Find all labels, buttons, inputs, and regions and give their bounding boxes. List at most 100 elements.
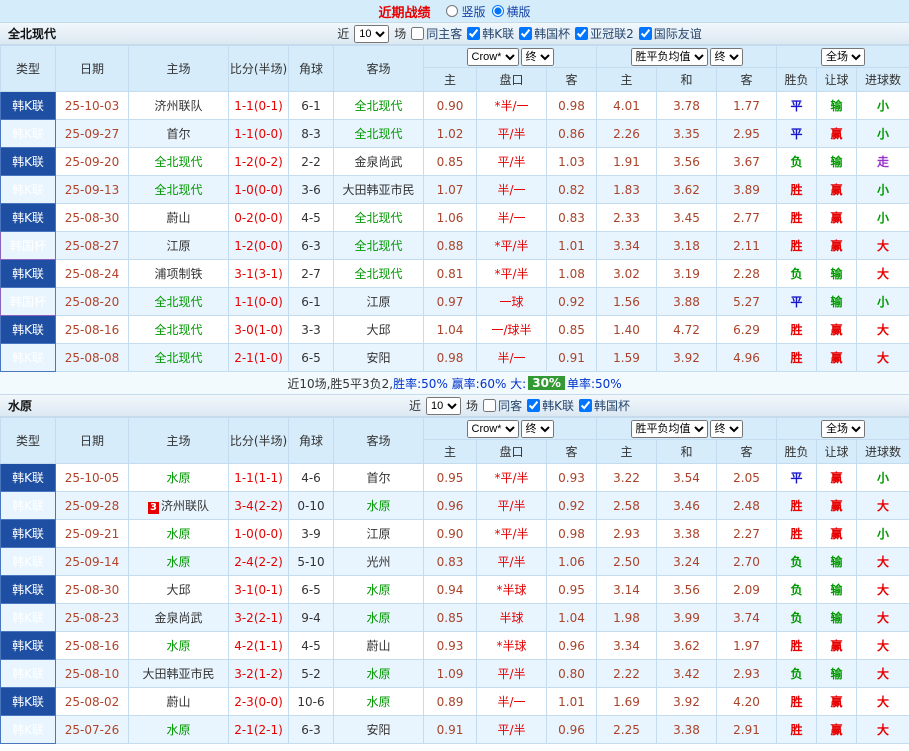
avg-type-select[interactable]: 胜平负均值 [630, 47, 708, 66]
league-type: 韩K联 [0, 119, 56, 148]
layout-option-horizontal[interactable]: 横版 [491, 3, 531, 20]
filter-option[interactable]: 韩国杯 [519, 25, 570, 42]
avg-away-odds: 5.27 [715, 287, 778, 316]
col-header-home: 主场 [128, 417, 229, 464]
match-count-select[interactable]: 10 [354, 24, 390, 43]
avg-away-odds: 3.89 [715, 175, 778, 204]
match-row: 韩K联 25-08-08 全北现代 2-1(1-0) 6-5 安阳 0.98 半/一 0.91 1… [0, 343, 909, 372]
goals-result-badge: 小 [856, 287, 909, 316]
corner-count: 3-6 [288, 175, 334, 204]
filter-checkbox[interactable] [575, 27, 589, 40]
avg-stage-select[interactable]: 终 [709, 47, 743, 66]
horizontal-layout-radio[interactable] [491, 5, 504, 17]
vertical-layout-radio[interactable] [446, 5, 459, 17]
avg-draw-odds: 3.56 [656, 575, 717, 604]
filter-option[interactable]: 亚冠联2 [575, 25, 634, 42]
home-odds: 0.88 [423, 231, 477, 260]
sub-result: 胜负 [776, 439, 818, 464]
scope-select[interactable]: 全场 [821, 419, 866, 438]
corner-count: 5-10 [288, 547, 334, 576]
avg-home-odds: 1.91 [596, 147, 657, 176]
handicap-result-badge: 赢 [816, 715, 858, 744]
avg-home-odds: 2.33 [596, 203, 657, 232]
result-badge: 胜 [776, 203, 818, 232]
handicap-line: 平/半 [476, 491, 547, 520]
odds-source-select[interactable]: Crow* [466, 419, 519, 438]
filter-checkbox[interactable] [578, 399, 592, 412]
corner-count: 6-5 [288, 343, 334, 372]
result-badge: 胜 [776, 519, 818, 548]
handicap-line: *平/半 [476, 463, 547, 492]
avg-home-odds: 3.22 [596, 463, 657, 492]
home-team-name: 水原 [166, 639, 191, 653]
goals-result-badge: 大 [856, 631, 909, 660]
avg-group-header: 胜平负均值终 [595, 417, 778, 440]
home-odds: 0.85 [423, 147, 477, 176]
avg-type-select[interactable]: 胜平负均值 [630, 419, 708, 438]
filter-checkbox[interactable] [638, 27, 652, 40]
match-count-select[interactable]: 10 [426, 396, 462, 415]
filter-label: 亚冠联2 [590, 27, 634, 41]
match-score: 1-1(0-1) [228, 91, 289, 120]
goals-result-badge: 大 [856, 547, 909, 576]
filter-option[interactable]: 同客 [483, 397, 522, 414]
match-score: 3-2(1-2) [228, 659, 289, 688]
horizontal-layout-label: 横版 [506, 4, 531, 19]
team-name: 水原 [8, 399, 33, 413]
odds-stage-select[interactable]: 终 [520, 419, 554, 438]
match-date: 25-08-10 [55, 659, 129, 688]
scope-group-header: 全场 [776, 417, 909, 440]
corner-count: 9-4 [288, 603, 334, 632]
away-odds: 0.82 [546, 175, 597, 204]
filter-option[interactable]: 同主客 [411, 25, 462, 42]
away-team: 安阳 [333, 343, 424, 372]
away-odds: 1.08 [546, 259, 597, 288]
home-team-name: 蔚山 [166, 211, 191, 225]
odds-stage-select[interactable]: 终 [520, 47, 554, 66]
filter-option[interactable]: 韩K联 [467, 25, 514, 42]
match-date: 25-08-23 [55, 603, 129, 632]
match-row: 韩K联 25-08-30 大邱 3-1(0-1) 6-5 水原 0.94 *半球 0.95 3.1… [0, 575, 909, 604]
goals-result-badge: 小 [856, 119, 909, 148]
avg-stage-select[interactable]: 终 [709, 419, 743, 438]
home-team-name: 浦项制铁 [154, 267, 203, 281]
scope-select[interactable]: 全场 [821, 47, 866, 66]
away-team-name: 大田韩亚市民 [342, 183, 415, 197]
sub-home-odds: 主 [423, 439, 477, 464]
avg-away-odds: 2.09 [715, 575, 778, 604]
home-team: 全北现代 [128, 343, 229, 372]
filter-checkbox[interactable] [519, 27, 533, 40]
match-score: 1-1(0-0) [228, 119, 289, 148]
filter-checkbox[interactable] [527, 399, 541, 412]
filter-option[interactable]: 韩国杯 [578, 397, 630, 414]
avg-away-odds: 2.11 [715, 231, 778, 260]
avg-away-odds: 1.97 [715, 631, 778, 660]
home-team: 全北现代 [128, 147, 229, 176]
home-team-name: 大邱 [166, 583, 191, 597]
result-badge: 胜 [776, 631, 818, 660]
filter-checkbox[interactable] [483, 399, 497, 412]
corner-count: 10-6 [288, 687, 334, 716]
match-date: 25-09-20 [55, 147, 129, 176]
match-date: 25-08-08 [55, 343, 129, 372]
sub-goals: 进球数 [856, 439, 909, 464]
away-team-name: 全北现代 [354, 239, 403, 253]
avg-draw-odds: 3.62 [656, 175, 717, 204]
league-type: 韩K联 [0, 343, 56, 372]
handicap-result-badge: 输 [816, 547, 858, 576]
layout-option-vertical[interactable]: 竖版 [446, 3, 486, 20]
odds-source-select[interactable]: Crow* [466, 47, 519, 66]
filter-checkbox[interactable] [467, 27, 481, 40]
match-date: 25-08-24 [55, 259, 129, 288]
filter-option[interactable]: 韩K联 [527, 397, 574, 414]
games-label: 场 [394, 27, 407, 41]
filter-label: 国际友谊 [653, 27, 702, 41]
filter-option[interactable]: 国际友谊 [638, 25, 702, 42]
team-name: 全北现代 [8, 27, 57, 41]
avg-home-odds: 1.69 [596, 687, 657, 716]
home-odds: 0.89 [423, 687, 477, 716]
handicap-line: 半/一 [476, 687, 547, 716]
filter-checkbox[interactable] [411, 27, 425, 40]
avg-draw-odds: 3.92 [656, 687, 717, 716]
results-table: 类型 日期 主场 比分(半场) 角球 客场 Crow* 终胜平负均值终全场主盘口客主和客胜负让… [0, 417, 909, 744]
